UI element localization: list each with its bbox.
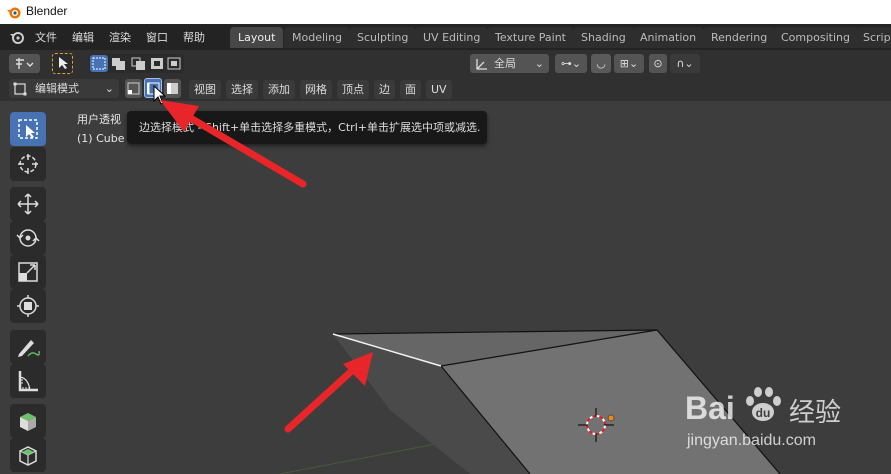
red-arrow-icon bbox=[284, 352, 373, 433]
paw-logo-text: du bbox=[756, 406, 771, 420]
paw-logo-icon: du bbox=[746, 387, 781, 421]
watermark-brand: Bai bbox=[685, 390, 735, 426]
red-arrow-icon bbox=[160, 100, 307, 188]
watermark-cn: 经验 bbox=[789, 397, 842, 427]
watermark-url: jingyan.baidu.com bbox=[687, 432, 816, 449]
baidu-watermark: Bai du 经验 jingyan.baidu.com bbox=[685, 376, 885, 466]
